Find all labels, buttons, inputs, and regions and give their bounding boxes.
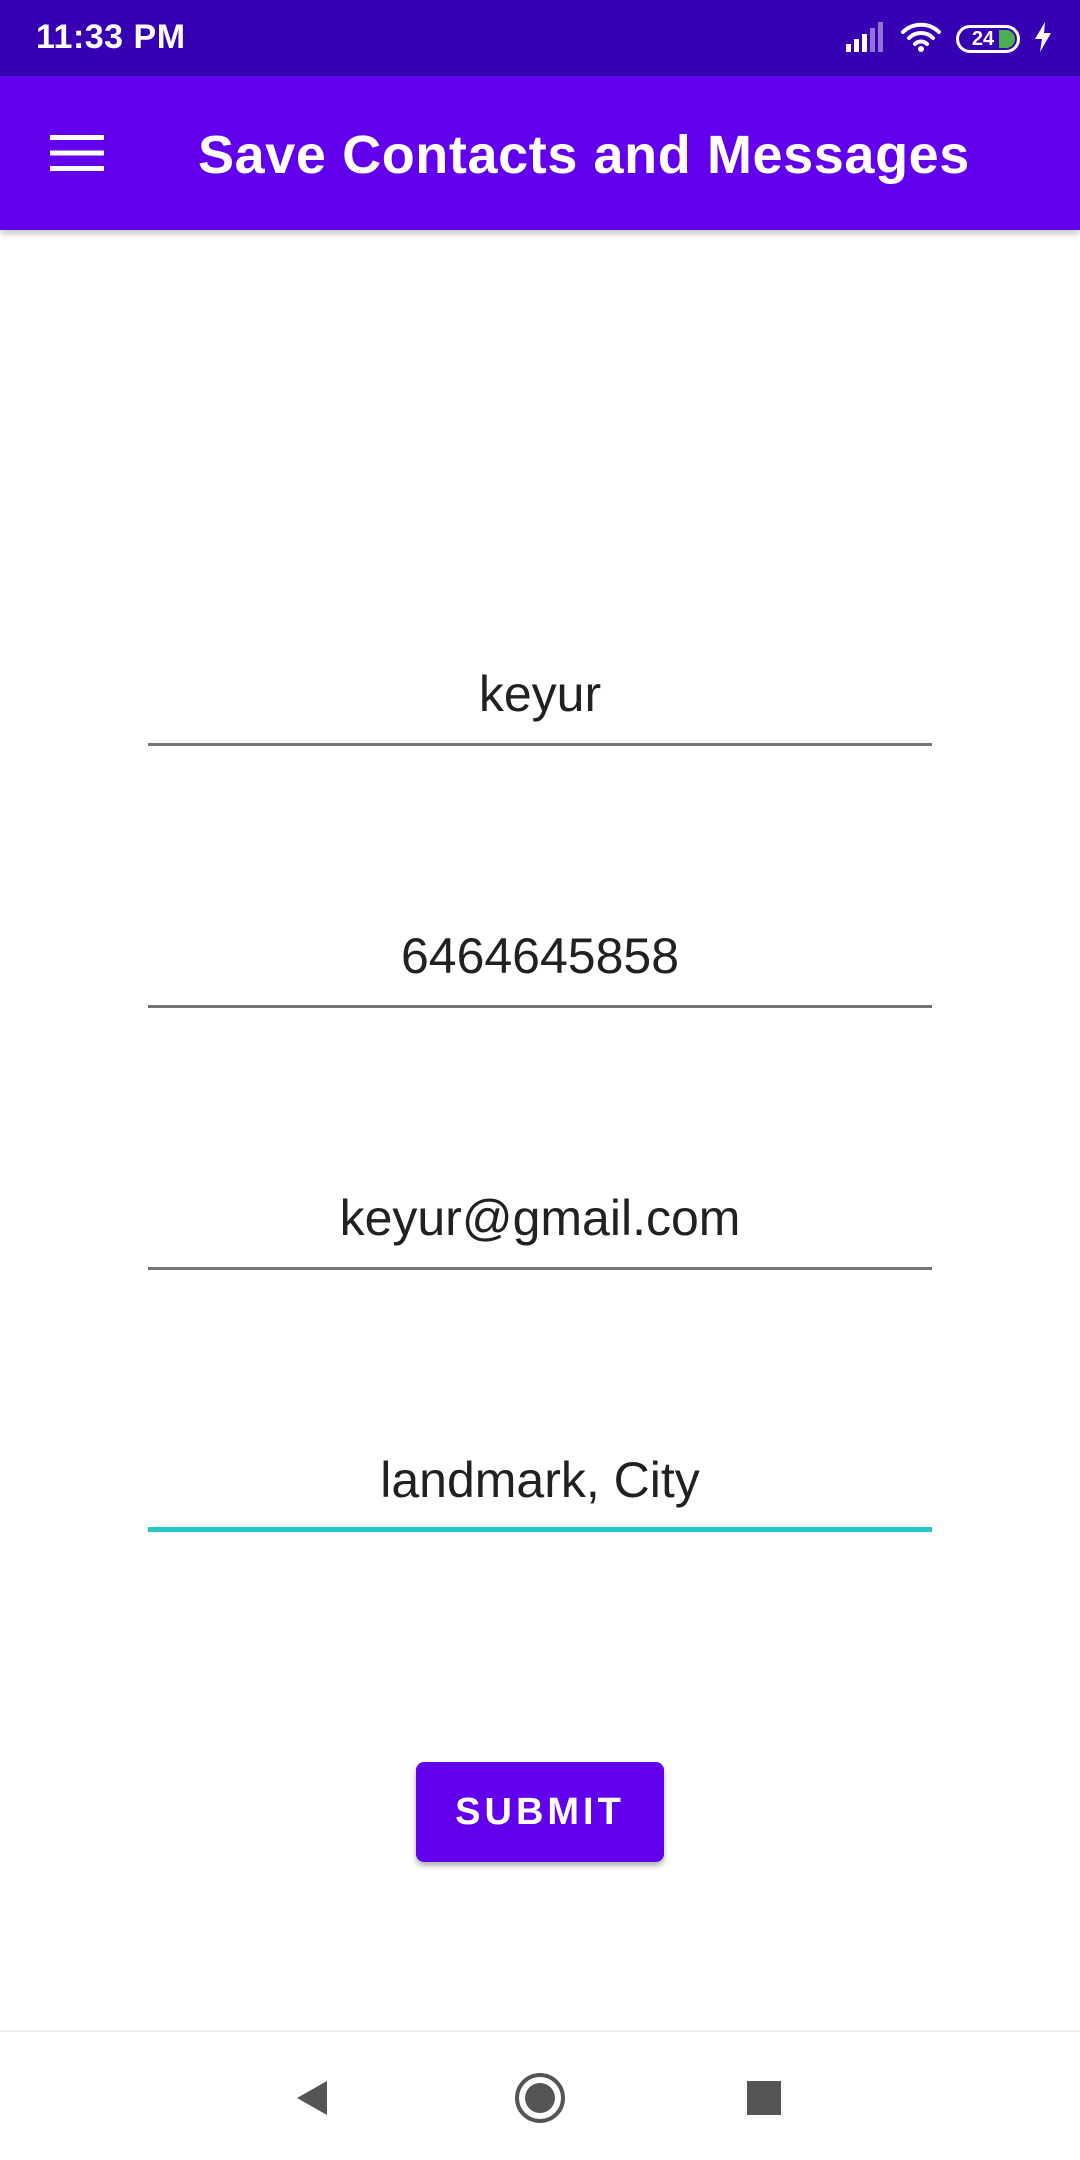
navigation-bar: [0, 2030, 1080, 2160]
status-time: 11:33 PM: [36, 18, 186, 56]
recents-icon[interactable]: [734, 2068, 794, 2128]
name-field: [148, 646, 932, 746]
home-icon[interactable]: [510, 2068, 570, 2128]
signal-icon: [844, 21, 886, 57]
menu-icon[interactable]: [50, 133, 104, 173]
battery-level: 24: [971, 27, 995, 50]
charging-icon: [1034, 21, 1052, 57]
email-input[interactable]: [148, 1170, 932, 1266]
phone-field-underline: [148, 1005, 932, 1008]
back-icon[interactable]: [282, 2068, 342, 2128]
email-field: [148, 1170, 932, 1270]
battery-icon: 24: [956, 25, 1020, 53]
address-field-underline: [148, 1527, 932, 1532]
app-bar: Save Contacts and Messages: [0, 76, 1080, 230]
status-bar: 11:33 PM 24: [0, 0, 1080, 76]
phone-field: [148, 908, 932, 1008]
screen: 11:33 PM 24 Save Contacts and Messages k…: [0, 0, 1080, 2160]
battery-fill: [999, 30, 1015, 48]
address-field: [148, 1432, 932, 1532]
name-field-underline: [148, 743, 932, 746]
wifi-icon: [900, 21, 942, 58]
address-input[interactable]: [148, 1432, 932, 1528]
phone-input[interactable]: [148, 908, 932, 1004]
status-icons: 24: [844, 20, 1052, 58]
name-input[interactable]: [148, 646, 932, 742]
app-title: Save Contacts and Messages: [198, 125, 970, 185]
email-field-underline: [148, 1267, 932, 1270]
submit-button[interactable]: SUBMIT: [416, 1762, 664, 1862]
